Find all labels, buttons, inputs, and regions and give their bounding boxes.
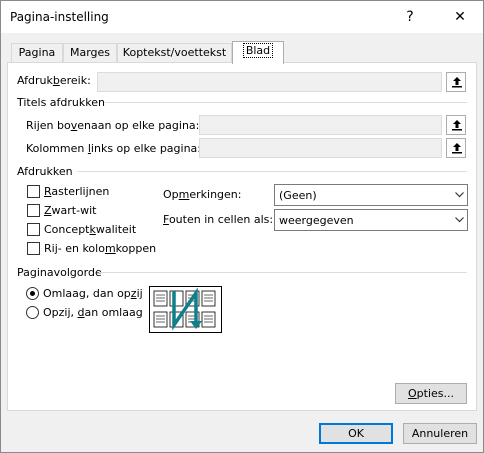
tab-pagina[interactable]: Pagina [11,43,63,63]
tab-koptekst-voettekst[interactable]: Koptekst/voettekst [117,43,232,63]
draft-quality-checkbox[interactable] [27,223,40,236]
ok-button[interactable]: OK [319,423,393,444]
window-title: Pagina-instelling [10,10,109,24]
row-column-headings-label: Rij- en kolomkoppen [44,242,157,255]
page-setup-dialog: Pagina-instelling ? ✕ Pagina Marges Kopt… [0,0,484,453]
page-order-divider [99,272,467,273]
down-then-over-radio[interactable] [26,287,39,300]
comments-dropdown[interactable]: (Geen) [274,184,468,206]
cell-errors-value: weergegeven [279,214,354,227]
print-titles-divider [105,102,467,103]
collapse-dialog-icon [452,77,462,88]
print-titles-heading: Titels afdrukken [17,96,105,109]
print-area-label: Afdrukbereik: [17,74,91,87]
print-heading: Afdrukken [17,165,73,178]
down-then-over-label: Omlaag, dan opzij [43,287,143,300]
close-button[interactable]: ✕ [437,1,483,33]
page-order-preview-icon [153,287,216,331]
print-area-select-button[interactable] [446,72,466,92]
cell-errors-dropdown[interactable]: weergegeven [274,209,468,231]
comments-dropdown-arrow[interactable] [450,185,467,205]
print-area-input[interactable] [97,72,442,92]
comments-label: Opmerkingen: [163,188,242,201]
help-button[interactable]: ? [387,1,433,33]
black-and-white-label: Zwart-wit [44,204,97,217]
page-order-preview [149,286,222,333]
draft-quality-label: Conceptkwaliteit [44,223,137,236]
columns-to-repeat-label: Kolommen links op elke pagina: [26,142,202,155]
cancel-button[interactable]: Annuleren [403,423,477,444]
row-column-headings-checkbox[interactable] [27,242,40,255]
columns-to-repeat-select-button[interactable] [446,138,466,158]
tab-blad[interactable]: Blad [232,41,284,64]
chevron-down-icon [455,192,464,198]
black-and-white-checkbox[interactable] [27,204,40,217]
page-order-heading: Paginavolgorde [17,266,102,279]
cell-errors-label: Fouten in cellen als: [163,213,274,226]
rows-to-repeat-input[interactable] [199,115,442,135]
gridlines-checkbox[interactable] [27,185,40,198]
over-then-down-label: Opzij, dan omlaag [43,306,143,319]
collapse-dialog-icon [452,120,462,131]
close-icon: ✕ [454,9,466,25]
rows-to-repeat-select-button[interactable] [446,115,466,135]
collapse-dialog-icon [452,143,462,154]
print-divider [77,171,467,172]
over-then-down-radio[interactable] [26,306,39,319]
columns-to-repeat-input[interactable] [199,138,442,158]
title-bar: Pagina-instelling ? ✕ [1,1,483,33]
tab-marges[interactable]: Marges [63,43,117,63]
cell-errors-dropdown-arrow[interactable] [450,210,467,230]
options-button[interactable]: Opties... [395,383,467,404]
chevron-down-icon [455,217,464,223]
rows-to-repeat-label: Rijen bovenaan op elke pagina: [26,119,200,132]
gridlines-label: Rasterlijnen [44,185,110,198]
comments-value: (Geen) [279,189,317,202]
